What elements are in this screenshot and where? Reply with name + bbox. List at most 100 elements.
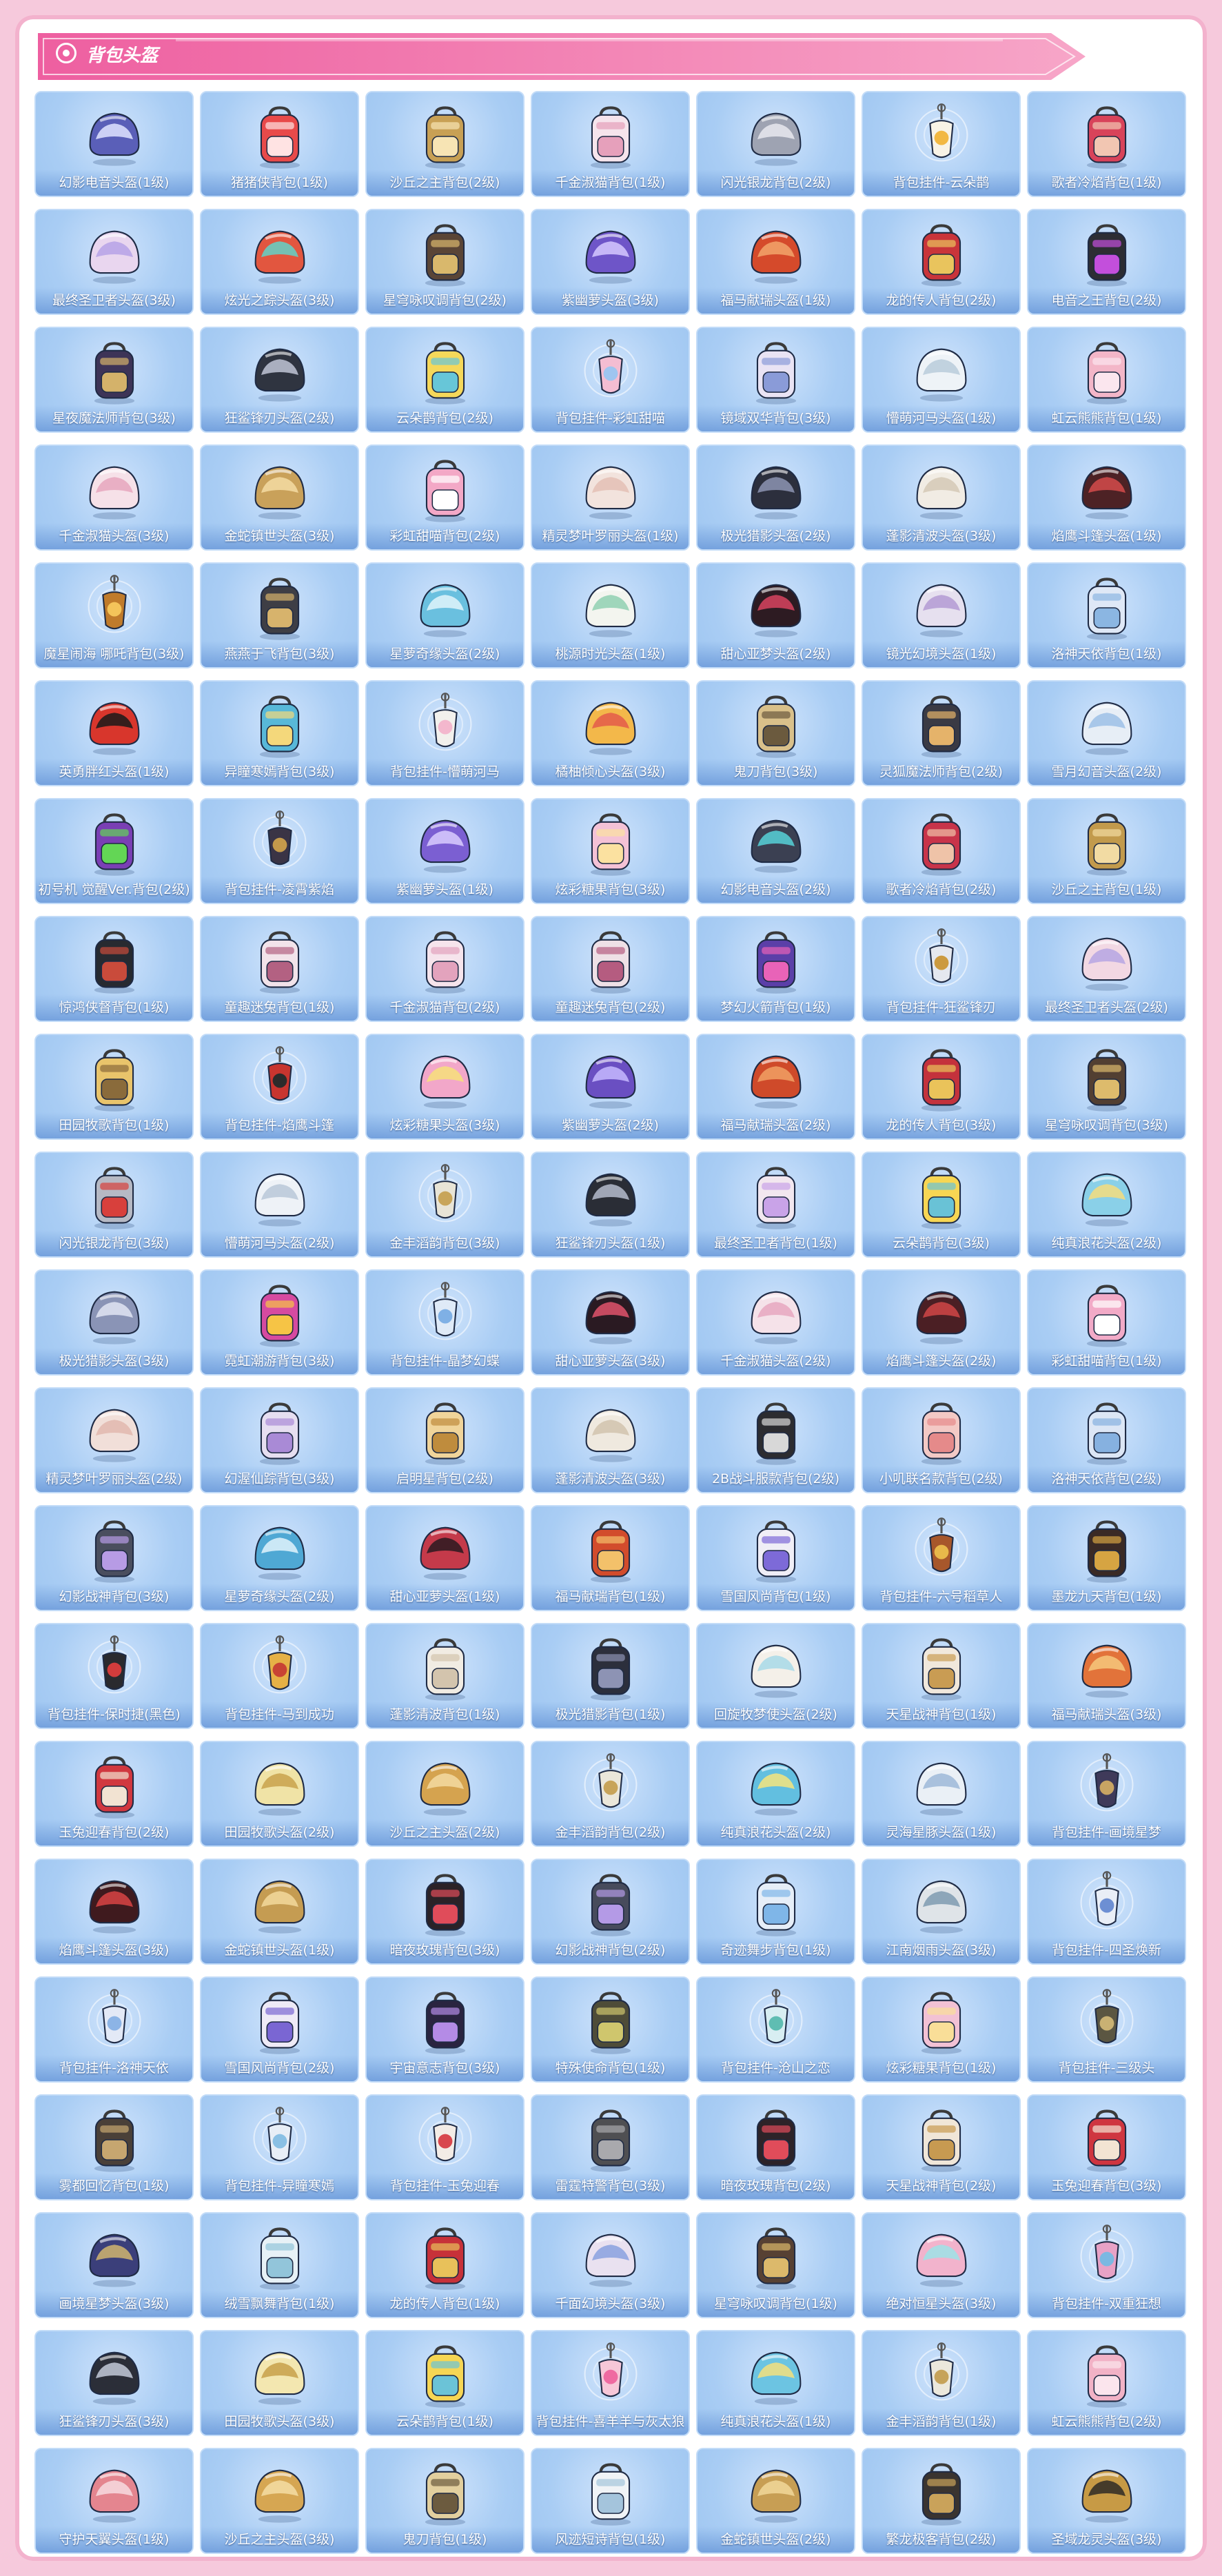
item-tile[interactable]: 沙丘之主头盔(2级) (365, 1741, 525, 1847)
item-tile[interactable]: 云朵鹊背包(2级) (365, 327, 525, 433)
item-tile[interactable]: 惊鸿侠督背包(1级) (34, 916, 194, 1022)
item-tile[interactable]: 蓬影清波背包(1级) (365, 1623, 525, 1729)
item-tile[interactable]: 紫幽萝头盔(1级) (365, 798, 525, 904)
item-tile[interactable]: 福马献瑞头盔(2级) (696, 1034, 855, 1140)
item-tile[interactable]: 彩虹甜喵背包(1级) (1027, 1269, 1186, 1376)
item-tile[interactable]: 雷霆特警背包(3级) (531, 2094, 690, 2200)
item-tile[interactable]: 星萝奇缘头盔(2级) (200, 1505, 359, 1611)
item-tile[interactable]: 福马献瑞背包(1级) (531, 1505, 690, 1611)
item-tile[interactable]: 福马献瑞头盔(3级) (1027, 1623, 1186, 1729)
item-tile[interactable]: 镜光幻境头盔(1级) (862, 562, 1021, 668)
item-tile[interactable]: 奇迹舞步背包(1级) (696, 1859, 855, 1965)
item-tile[interactable]: 灵狐魔法师背包(2级) (862, 680, 1021, 786)
item-tile[interactable]: 福马献瑞头盔(1级) (696, 209, 855, 315)
item-tile[interactable]: 闪光银龙背包(3级) (34, 1152, 194, 1258)
item-tile[interactable]: 田园牧歌背包(1级) (34, 1034, 194, 1140)
item-tile[interactable]: 沙丘之主背包(1级) (1027, 798, 1186, 904)
item-tile[interactable]: 背包挂件-晶梦幻蝶 (365, 1269, 525, 1376)
item-tile[interactable]: 背包挂件-沧山之恋 (696, 1976, 855, 2083)
item-tile[interactable]: 蓬影清波头盔(3级) (531, 1387, 690, 1493)
item-tile[interactable]: 金丰滔韵背包(3级) (365, 1152, 525, 1258)
item-tile[interactable]: 星穹咏叹调背包(1级) (696, 2212, 855, 2318)
item-tile[interactable]: 甜心亚萝头盔(3级) (531, 1269, 690, 1376)
item-tile[interactable]: 江南烟雨头盔(3级) (862, 1859, 1021, 1965)
item-tile[interactable]: 魔星闹海 哪吒背包(3级) (34, 562, 194, 668)
item-tile[interactable]: 猪猪侠背包(1级) (200, 91, 359, 197)
item-tile[interactable]: 星穹咏叹调背包(2级) (365, 209, 525, 315)
item-tile[interactable]: 鬼刀背包(3级) (696, 680, 855, 786)
item-tile[interactable]: 背包挂件-云朵鹊 (862, 91, 1021, 197)
item-tile[interactable]: 懵萌河马头盔(1级) (862, 327, 1021, 433)
item-tile[interactable]: 幻影战神背包(3级) (34, 1505, 194, 1611)
item-tile[interactable]: 极光猎影头盔(2级) (696, 444, 855, 551)
item-tile[interactable]: 最终圣卫者头盔(3级) (34, 209, 194, 315)
item-tile[interactable]: 墨龙九天背包(1级) (1027, 1505, 1186, 1611)
item-tile[interactable]: 雪国风尚背包(2级) (200, 1976, 359, 2083)
item-tile[interactable]: 雪月幻音头盔(2级) (1027, 680, 1186, 786)
item-tile[interactable]: 背包挂件-焰鹰斗篷 (200, 1034, 359, 1140)
item-tile[interactable]: 幻渥仙踪背包(3级) (200, 1387, 359, 1493)
item-tile[interactable]: 星夜魔法师背包(3级) (34, 327, 194, 433)
item-tile[interactable]: 千金淑猫背包(2级) (365, 916, 525, 1022)
item-tile[interactable]: 童趣迷兔背包(2级) (531, 916, 690, 1022)
item-tile[interactable]: 电音之王背包(2级) (1027, 209, 1186, 315)
item-tile[interactable]: 歌者冷焰背包(2级) (862, 798, 1021, 904)
item-tile[interactable]: 暗夜玫瑰背包(3级) (365, 1859, 525, 1965)
item-tile[interactable]: 极光猎影头盔(3级) (34, 1269, 194, 1376)
item-tile[interactable]: 精灵梦叶罗丽头盔(2级) (34, 1387, 194, 1493)
item-tile[interactable]: 繁龙极客背包(2级) (862, 2448, 1021, 2554)
item-tile[interactable]: 纯真浪花头盔(2级) (696, 1741, 855, 1847)
item-tile[interactable]: 背包挂件-狂鲨锋刃 (862, 916, 1021, 1022)
item-tile[interactable]: 背包挂件-画境星梦 (1027, 1741, 1186, 1847)
item-tile[interactable]: 画境星梦头盔(3级) (34, 2212, 194, 2318)
item-tile[interactable]: 金丰滔韵背包(2级) (531, 1741, 690, 1847)
item-tile[interactable]: 星萝奇缘头盔(2级) (365, 562, 525, 668)
item-tile[interactable]: 2B战斗服款背包(2级) (696, 1387, 855, 1493)
item-tile[interactable]: 闪光银龙背包(2级) (696, 91, 855, 197)
item-tile[interactable]: 最终圣卫者头盔(2级) (1027, 916, 1186, 1022)
item-tile[interactable]: 龙的传人背包(2级) (862, 209, 1021, 315)
item-tile[interactable]: 虹云熊熊背包(2级) (1027, 2330, 1186, 2436)
item-tile[interactable]: 蓬影清波头盔(3级) (862, 444, 1021, 551)
item-tile[interactable]: 田园牧歌头盔(3级) (200, 2330, 359, 2436)
item-tile[interactable]: 背包挂件-喜羊羊与灰太狼 (531, 2330, 690, 2436)
item-tile[interactable]: 背包挂件-双重狂想 (1027, 2212, 1186, 2318)
item-tile[interactable]: 小叽联名款背包(2级) (862, 1387, 1021, 1493)
item-tile[interactable]: 幻影战神背包(2级) (531, 1859, 690, 1965)
item-tile[interactable]: 鬼刀背包(1级) (365, 2448, 525, 2554)
item-tile[interactable]: 镜域双华背包(3级) (696, 327, 855, 433)
item-tile[interactable]: 龙的传人背包(1级) (365, 2212, 525, 2318)
item-tile[interactable]: 金蛇镇世头盔(1级) (200, 1859, 359, 1965)
item-tile[interactable]: 背包挂件-马到成功 (200, 1623, 359, 1729)
item-tile[interactable]: 初号机 觉醒Ver.背包(2级) (34, 798, 194, 904)
item-tile[interactable]: 星穹咏叹调背包(3级) (1027, 1034, 1186, 1140)
item-tile[interactable]: 狂鲨锋刃头盔(1级) (531, 1152, 690, 1258)
item-tile[interactable]: 背包挂件-洛神天依 (34, 1976, 194, 2083)
item-tile[interactable]: 狂鲨锋刃头盔(3级) (34, 2330, 194, 2436)
item-tile[interactable]: 暗夜玫瑰背包(2级) (696, 2094, 855, 2200)
item-tile[interactable]: 极光猎影背包(1级) (531, 1623, 690, 1729)
item-tile[interactable]: 天星战神背包(2级) (862, 2094, 1021, 2200)
item-tile[interactable]: 绝对恒星头盔(3级) (862, 2212, 1021, 2318)
item-tile[interactable]: 金丰滔韵背包(1级) (862, 2330, 1021, 2436)
item-tile[interactable]: 云朵鹊背包(1级) (365, 2330, 525, 2436)
item-tile[interactable]: 幻影电音头盔(2级) (696, 798, 855, 904)
item-tile[interactable]: 彩虹甜喵背包(2级) (365, 444, 525, 551)
item-tile[interactable]: 甜心亚梦头盔(2级) (696, 562, 855, 668)
item-tile[interactable]: 灵海星豚头盔(1级) (862, 1741, 1021, 1847)
item-tile[interactable]: 洛神天依背包(1级) (1027, 562, 1186, 668)
item-tile[interactable]: 背包挂件-三级头 (1027, 1976, 1186, 2083)
item-tile[interactable]: 梦幻火箭背包(1级) (696, 916, 855, 1022)
item-tile[interactable]: 炫光之踪头盔(3级) (200, 209, 359, 315)
item-tile[interactable]: 田园牧歌头盔(2级) (200, 1741, 359, 1847)
item-tile[interactable]: 云朵鹊背包(3级) (862, 1152, 1021, 1258)
item-tile[interactable]: 歌者冷焰背包(1级) (1027, 91, 1186, 197)
item-tile[interactable]: 桃源时光头盔(1级) (531, 562, 690, 668)
item-tile[interactable]: 狂鲨锋刃头盔(2级) (200, 327, 359, 433)
item-tile[interactable]: 紫幽萝头盔(3级) (531, 209, 690, 315)
item-tile[interactable]: 宇宙意志背包(3级) (365, 1976, 525, 2083)
item-tile[interactable]: 紫幽萝头盔(2级) (531, 1034, 690, 1140)
item-tile[interactable]: 纯真浪花头盔(2级) (1027, 1152, 1186, 1258)
item-tile[interactable]: 背包挂件-彩虹甜喵 (531, 327, 690, 433)
item-tile[interactable]: 甜心亚萝头盔(1级) (365, 1505, 525, 1611)
